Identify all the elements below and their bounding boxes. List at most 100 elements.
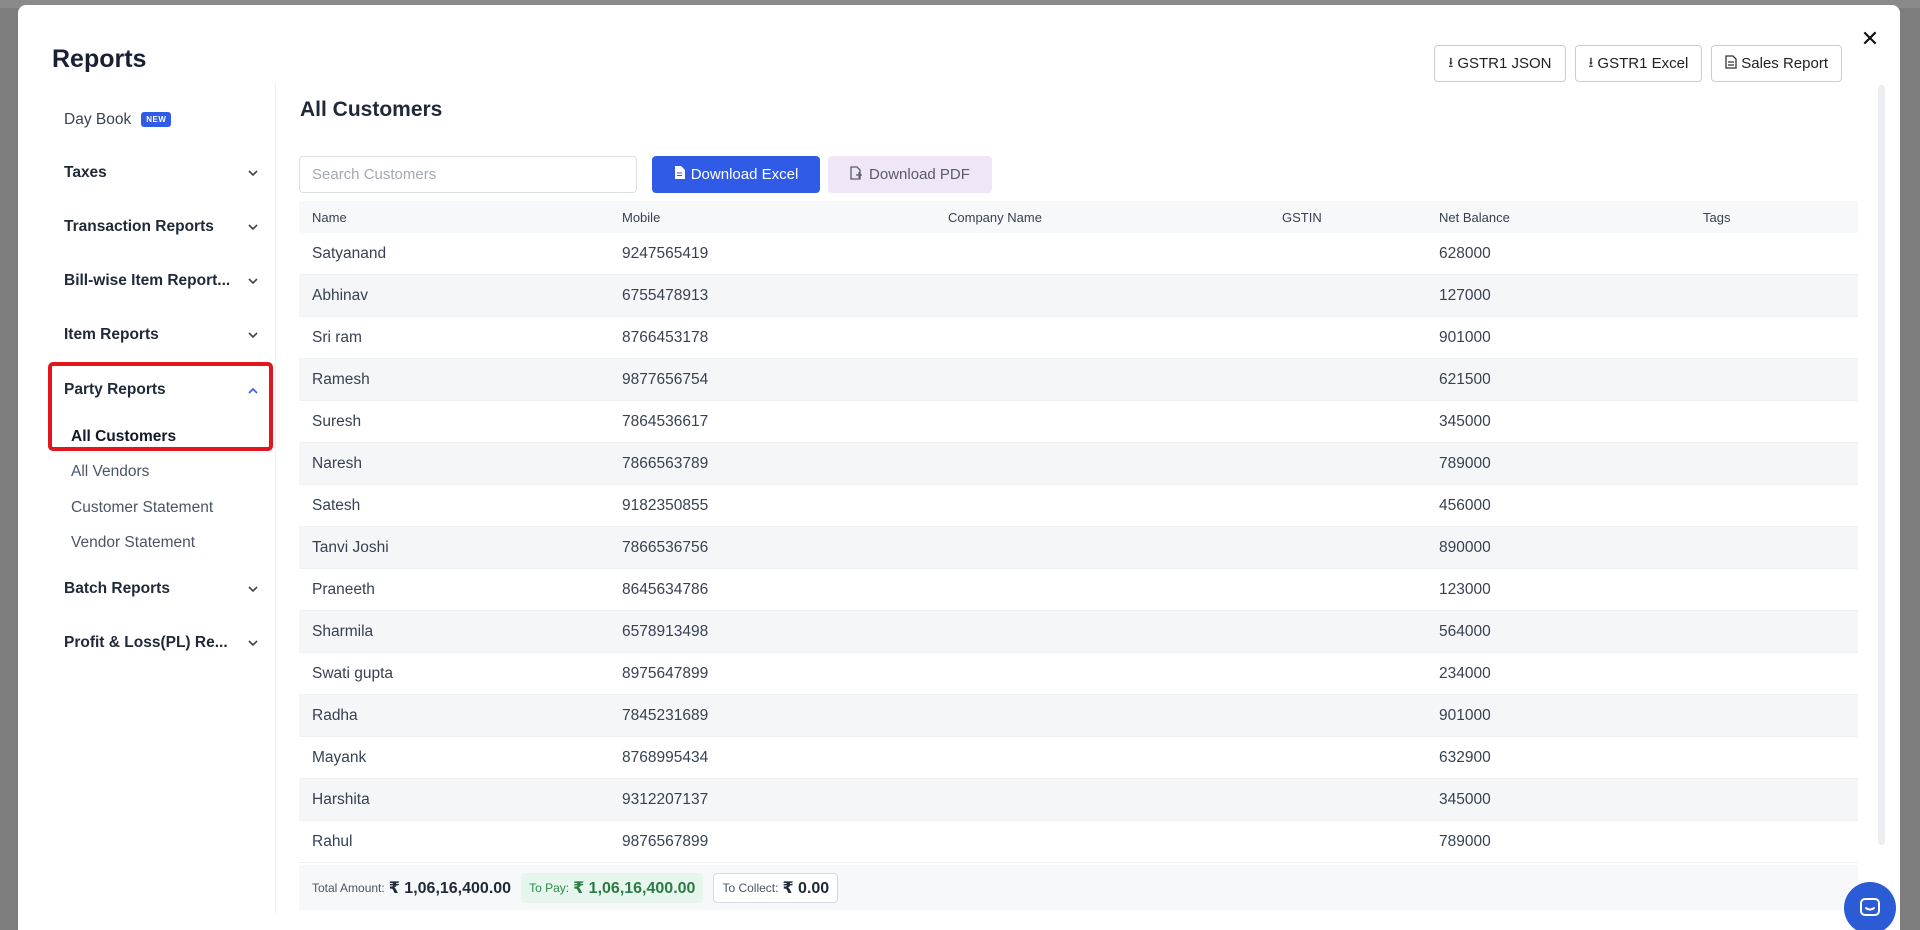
cell-mobile: 9876567899 bbox=[622, 832, 709, 850]
table-row[interactable]: Sharmila 6578913498 564000 bbox=[299, 611, 1858, 653]
chevron-down-icon bbox=[246, 274, 260, 288]
cell-mobile: 7866536756 bbox=[622, 538, 709, 556]
to-pay-badge: To Pay: ₹ 1,06,16,400.00 bbox=[521, 872, 704, 903]
table-row[interactable]: Rahul 9876567899 789000 bbox=[299, 821, 1858, 863]
cell-name: Tanvi Joshi bbox=[312, 538, 389, 556]
reports-modal: ✕ Reports ⭳ GSTR1 JSON ⭳ GSTR1 Excel Sal… bbox=[18, 5, 1900, 930]
cell-name: Suresh bbox=[312, 412, 362, 430]
close-button[interactable]: ✕ bbox=[1858, 27, 1882, 51]
table-row[interactable]: Harshita 9312207137 345000 bbox=[299, 779, 1858, 821]
sidebar-item-vendor-statement[interactable]: Vendor Statement bbox=[71, 534, 195, 552]
sidebar bbox=[18, 83, 276, 913]
cell-name: Ramesh bbox=[312, 370, 370, 388]
scrollbar[interactable] bbox=[1878, 85, 1885, 845]
cell-name: Sharmila bbox=[312, 622, 374, 640]
column-header-net-balance[interactable]: Net Balance bbox=[1426, 210, 1690, 225]
cell-net-balance: 345000 bbox=[1439, 790, 1491, 808]
column-header-gstin[interactable]: GSTIN bbox=[1269, 210, 1426, 225]
column-header-mobile[interactable]: Mobile bbox=[609, 210, 935, 225]
cell-mobile: 6755478913 bbox=[622, 286, 709, 304]
cell-mobile: 8645634786 bbox=[622, 580, 709, 598]
download-pdf-button[interactable]: Download PDF bbox=[828, 156, 992, 193]
section-title: All Customers bbox=[300, 98, 443, 121]
chat-support-button[interactable] bbox=[1844, 882, 1896, 930]
cell-net-balance: 621500 bbox=[1439, 370, 1491, 388]
table-row[interactable]: Radha 7845231689 901000 bbox=[299, 695, 1858, 737]
customers-table: Name Mobile Company Name GSTIN Net Balan… bbox=[299, 201, 1858, 863]
excel-file-icon bbox=[674, 166, 685, 183]
gstr1-json-button[interactable]: ⭳ GSTR1 JSON bbox=[1434, 45, 1566, 82]
sidebar-item-taxes[interactable]: Taxes bbox=[64, 164, 260, 182]
column-header-name[interactable]: Name bbox=[299, 210, 609, 225]
sales-report-button[interactable]: Sales Report bbox=[1711, 45, 1842, 82]
table-row[interactable]: Satyanand 9247565419 628000 bbox=[299, 233, 1858, 275]
table-row[interactable]: Suresh 7864536617 345000 bbox=[299, 401, 1858, 443]
table-row[interactable]: Sri ram 8766453178 901000 bbox=[299, 317, 1858, 359]
cell-name: Harshita bbox=[312, 790, 370, 808]
chevron-down-icon bbox=[246, 328, 260, 342]
cell-mobile: 7864536617 bbox=[622, 412, 709, 430]
cell-mobile: 9877656754 bbox=[622, 370, 709, 388]
close-icon[interactable]: ✕ bbox=[1861, 26, 1879, 51]
cell-mobile: 9247565419 bbox=[622, 244, 709, 262]
chevron-down-icon bbox=[246, 636, 260, 650]
table-row[interactable]: Praneeth 8645634786 123000 bbox=[299, 569, 1858, 611]
table-header: Name Mobile Company Name GSTIN Net Balan… bbox=[299, 201, 1858, 233]
table-row[interactable]: Naresh 7866563789 789000 bbox=[299, 443, 1858, 485]
sidebar-item-batch-reports[interactable]: Batch Reports bbox=[64, 580, 260, 598]
sidebar-item-profit-loss[interactable]: Profit & Loss(PL) Re... bbox=[64, 634, 260, 652]
cell-mobile: 8768995434 bbox=[622, 748, 709, 766]
table-row[interactable]: Tanvi Joshi 7866536756 890000 bbox=[299, 527, 1858, 569]
search-input[interactable] bbox=[299, 156, 637, 193]
gstr1-excel-button[interactable]: ⭳ GSTR1 Excel bbox=[1574, 45, 1703, 82]
cell-net-balance: 345000 bbox=[1439, 412, 1491, 430]
download-excel-button[interactable]: Download Excel bbox=[652, 156, 820, 193]
table-row[interactable]: Ramesh 9877656754 621500 bbox=[299, 359, 1858, 401]
cell-net-balance: 123000 bbox=[1439, 580, 1491, 598]
page-title: Reports bbox=[52, 45, 147, 73]
column-header-tags[interactable]: Tags bbox=[1690, 210, 1858, 225]
table-row[interactable]: Swati gupta 8975647899 234000 bbox=[299, 653, 1858, 695]
sidebar-item-customer-statement[interactable]: Customer Statement bbox=[71, 499, 213, 517]
download-icon: ⭳ bbox=[1448, 53, 1454, 70]
table-body: Satyanand 9247565419 628000 Abhinav 67554789… bbox=[299, 233, 1858, 863]
cell-mobile: 7845231689 bbox=[622, 706, 709, 724]
top-actions: ⭳ GSTR1 JSON ⭳ GSTR1 Excel Sales Report bbox=[1434, 45, 1842, 82]
sidebar-item-bill-wise-item-report[interactable]: Bill-wise Item Report... bbox=[64, 272, 260, 290]
table-row[interactable]: Satesh 9182350855 456000 bbox=[299, 485, 1858, 527]
cell-net-balance: 127000 bbox=[1439, 286, 1491, 304]
cell-mobile: 9312207137 bbox=[622, 790, 709, 808]
cell-name: Naresh bbox=[312, 454, 362, 472]
cell-name: Radha bbox=[312, 706, 358, 724]
cell-mobile: 8975647899 bbox=[622, 664, 709, 682]
chevron-down-icon bbox=[246, 220, 260, 234]
table-row[interactable]: Abhinav 6755478913 127000 bbox=[299, 275, 1858, 317]
cell-mobile: 6578913498 bbox=[622, 622, 709, 640]
column-header-company[interactable]: Company Name bbox=[935, 210, 1269, 225]
download-icon: ⭳ bbox=[1588, 53, 1594, 70]
table-row[interactable]: Mayank 8768995434 632900 bbox=[299, 737, 1858, 779]
cell-net-balance: 456000 bbox=[1439, 496, 1491, 514]
totals-bar: Total Amount: ₹ 1,06,16,400.00 To Pay: ₹… bbox=[299, 865, 1858, 910]
cell-name: Sri ram bbox=[312, 328, 362, 346]
cell-mobile: 7866563789 bbox=[622, 454, 709, 472]
chevron-down-icon bbox=[246, 582, 260, 596]
sidebar-item-day-book[interactable]: Day Book NEW bbox=[64, 111, 260, 129]
sidebar-item-item-reports[interactable]: Item Reports bbox=[64, 326, 260, 344]
to-collect-badge: To Collect: ₹ 0.00 bbox=[713, 872, 839, 903]
cell-name: Satesh bbox=[312, 496, 361, 514]
cell-name: Praneeth bbox=[312, 580, 375, 598]
cell-mobile: 8766453178 bbox=[622, 328, 709, 346]
cell-name: Mayank bbox=[312, 748, 367, 766]
cell-net-balance: 789000 bbox=[1439, 832, 1491, 850]
pdf-file-icon bbox=[850, 165, 863, 184]
sidebar-item-transaction-reports[interactable]: Transaction Reports bbox=[64, 218, 260, 236]
cell-name: Satyanand bbox=[312, 244, 387, 262]
sidebar-item-all-vendors[interactable]: All Vendors bbox=[71, 463, 149, 481]
cell-name: Swati gupta bbox=[312, 664, 393, 682]
cell-name: Rahul bbox=[312, 832, 353, 850]
cell-net-balance: 632900 bbox=[1439, 748, 1491, 766]
chat-icon bbox=[1860, 898, 1880, 916]
cell-net-balance: 789000 bbox=[1439, 454, 1491, 472]
cell-net-balance: 901000 bbox=[1439, 706, 1491, 724]
